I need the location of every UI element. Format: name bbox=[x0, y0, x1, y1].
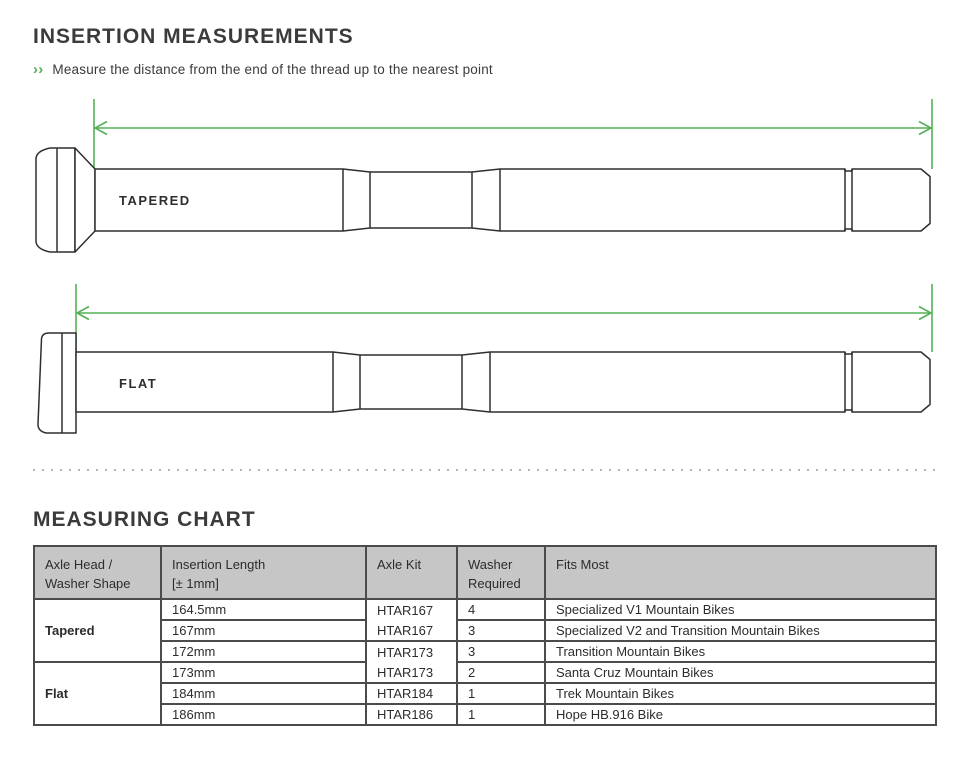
washer-required-cell: 1 bbox=[457, 683, 545, 704]
flat-axle-diagram: FLAT bbox=[0, 278, 970, 438]
axle-kit-cell: HTAR173 bbox=[366, 662, 457, 683]
table-row: Tapered 164.5mm HTAR167 4 Specialized V1… bbox=[34, 599, 936, 620]
fits-most-cell: Specialized V2 and Transition Mountain B… bbox=[545, 620, 936, 641]
measure-instruction: ›› Measure the distance from the end of … bbox=[33, 62, 493, 77]
manual-page: INSERTION MEASUREMENTS ›› Measure the di… bbox=[0, 0, 970, 776]
table-row: Flat 173mm HTAR173 2 Santa Cruz Mountain… bbox=[34, 662, 936, 683]
tapered-axle-diagram: TAPERED bbox=[0, 96, 970, 256]
shape-cell-flat: Flat bbox=[34, 662, 161, 725]
col-header-axle-kit: Axle Kit bbox=[366, 546, 457, 599]
insertion-length-cell: 172mm bbox=[161, 641, 366, 662]
flat-axle-outline bbox=[38, 333, 930, 433]
fits-most-cell: Transition Mountain Bikes bbox=[545, 641, 936, 662]
insertion-length-cell: 186mm bbox=[161, 704, 366, 725]
washer-required-cell: 1 bbox=[457, 704, 545, 725]
flat-axle-drawing: FLAT bbox=[0, 278, 970, 438]
col-header-insertion-length: Insertion Length [± 1mm] bbox=[161, 546, 366, 599]
insertion-measurements-title: INSERTION MEASUREMENTS bbox=[33, 25, 354, 49]
table-header-row: Axle Head / Washer Shape Insertion Lengt… bbox=[34, 546, 936, 599]
table-row: 186mm HTAR186 1 Hope HB.916 Bike bbox=[34, 704, 936, 725]
axle-kit-cell: HTAR167 bbox=[366, 620, 457, 641]
insertion-length-cell: 184mm bbox=[161, 683, 366, 704]
washer-required-cell: 3 bbox=[457, 620, 545, 641]
flat-label: FLAT bbox=[119, 376, 157, 391]
tapered-label: TAPERED bbox=[119, 193, 191, 208]
table-row: 172mm HTAR173 3 Transition Mountain Bike… bbox=[34, 641, 936, 662]
insertion-length-cell: 173mm bbox=[161, 662, 366, 683]
flat-dimension-arrow bbox=[76, 284, 932, 352]
measuring-chart-table: Axle Head / Washer Shape Insertion Lengt… bbox=[33, 545, 937, 726]
fits-most-cell: Specialized V1 Mountain Bikes bbox=[545, 599, 936, 620]
dotted-divider bbox=[33, 469, 937, 471]
axle-kit-cell: HTAR167 bbox=[366, 599, 457, 620]
washer-required-cell: 4 bbox=[457, 599, 545, 620]
insertion-length-cell: 164.5mm bbox=[161, 599, 366, 620]
washer-required-cell: 3 bbox=[457, 641, 545, 662]
fits-most-cell: Hope HB.916 Bike bbox=[545, 704, 936, 725]
axle-kit-cell: HTAR186 bbox=[366, 704, 457, 725]
axle-kit-cell: HTAR173 bbox=[366, 641, 457, 662]
axle-kit-cell: HTAR184 bbox=[366, 683, 457, 704]
col-header-axle-head-washer-shape: Axle Head / Washer Shape bbox=[34, 546, 161, 599]
col-header-washer-required: Washer Required bbox=[457, 546, 545, 599]
chevrons-icon: ›› bbox=[33, 62, 43, 77]
measuring-chart-title: MEASURING CHART bbox=[33, 508, 256, 532]
col-header-fits-most: Fits Most bbox=[545, 546, 936, 599]
tapered-dimension-arrow bbox=[94, 99, 932, 169]
shape-cell-tapered: Tapered bbox=[34, 599, 161, 662]
table-row: 184mm HTAR184 1 Trek Mountain Bikes bbox=[34, 683, 936, 704]
tapered-axle-drawing: TAPERED bbox=[0, 96, 970, 256]
insertion-length-cell: 167mm bbox=[161, 620, 366, 641]
fits-most-cell: Santa Cruz Mountain Bikes bbox=[545, 662, 936, 683]
table-row: 167mm HTAR167 3 Specialized V2 and Trans… bbox=[34, 620, 936, 641]
measure-instruction-text: Measure the distance from the end of the… bbox=[52, 62, 492, 77]
fits-most-cell: Trek Mountain Bikes bbox=[545, 683, 936, 704]
washer-required-cell: 2 bbox=[457, 662, 545, 683]
